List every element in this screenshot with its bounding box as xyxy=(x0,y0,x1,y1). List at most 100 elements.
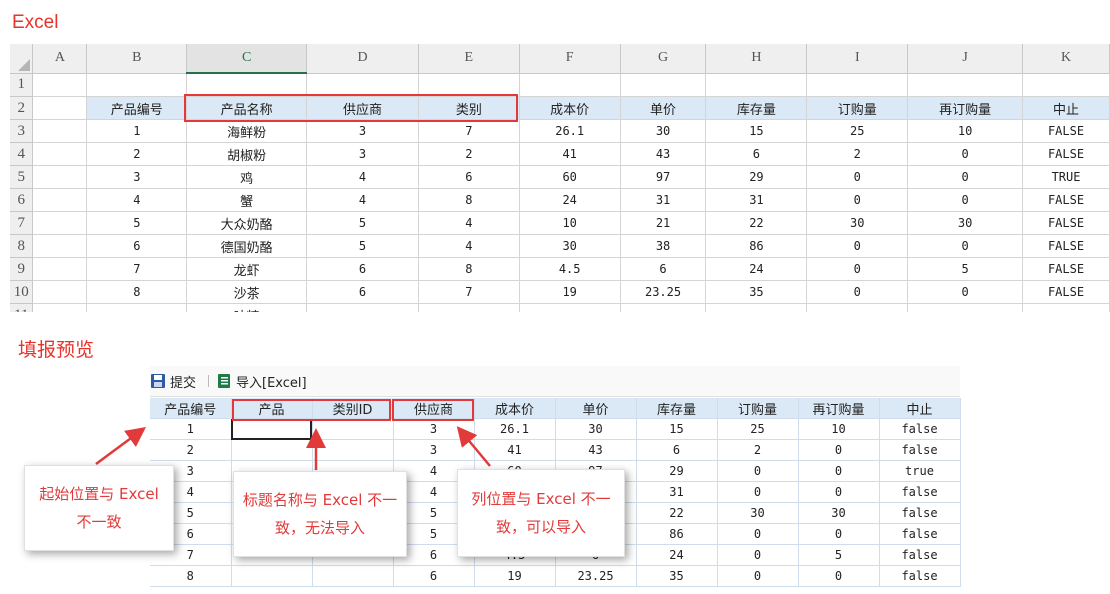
sheet-cell[interactable]: 29 xyxy=(705,165,808,189)
import-excel-button[interactable]: 导入[Excel] xyxy=(216,371,307,391)
sheet-cell[interactable]: 5 xyxy=(907,257,1024,281)
sheet-cell[interactable]: FALSE xyxy=(1022,280,1110,304)
sheet-cell[interactable]: 6 xyxy=(306,257,419,281)
row-header[interactable]: 3 xyxy=(10,119,34,143)
preview-cell[interactable]: 10 xyxy=(798,418,880,440)
sheet-cell[interactable]: 4 xyxy=(418,211,520,235)
preview-cell[interactable]: 15 xyxy=(636,418,718,440)
sheet-cell[interactable]: 24 xyxy=(705,257,808,281)
sheet-cell[interactable]: 0 xyxy=(806,165,909,189)
sheet-cell[interactable] xyxy=(519,73,621,97)
preview-cell[interactable]: 41 xyxy=(474,439,556,461)
sheet-cell[interactable]: 6 xyxy=(86,234,188,258)
sheet-header-cell[interactable]: 订购量 xyxy=(806,96,909,120)
preview-cell[interactable] xyxy=(231,565,313,587)
sheet-cell[interactable]: 19 xyxy=(519,280,621,304)
preview-cell[interactable]: false xyxy=(879,502,961,524)
preview-cell[interactable]: 6 xyxy=(393,565,475,587)
preview-cell[interactable]: 2 xyxy=(717,439,799,461)
sheet-cell[interactable] xyxy=(32,280,88,304)
sheet-cell[interactable]: 4.5 xyxy=(519,257,621,281)
sheet-cell[interactable] xyxy=(306,73,419,97)
column-header[interactable]: E xyxy=(418,44,520,74)
preview-cell[interactable]: 31 xyxy=(636,481,718,503)
sheet-header-cell[interactable]: 中止 xyxy=(1022,96,1110,120)
sheet-cell[interactable]: 5 xyxy=(306,234,419,258)
sheet-cell[interactable]: 41 xyxy=(519,142,621,166)
sheet-cell[interactable]: FALSE xyxy=(1022,234,1110,258)
sheet-header-cell[interactable] xyxy=(32,96,88,120)
sheet-cell[interactable] xyxy=(1022,303,1110,312)
sheet-cell[interactable]: 德国奶酪 xyxy=(186,234,308,258)
sheet-cell[interactable]: 10 xyxy=(907,119,1024,143)
sheet-cell[interactable]: 海鲜粉 xyxy=(186,119,308,143)
sheet-cell[interactable]: 35 xyxy=(705,280,808,304)
sheet-cell[interactable]: 31 xyxy=(705,188,808,212)
preview-cell[interactable]: 0 xyxy=(798,481,880,503)
sheet-cell[interactable]: 30 xyxy=(806,211,909,235)
excel-grid[interactable]: A B C D E F G H I J K 1 2 产品编号 产品名称 供应商 类别 成本价 单价 库存量 订购量 再订购… xyxy=(10,44,1110,312)
sheet-cell[interactable]: 1 xyxy=(86,119,188,143)
sheet-cell[interactable]: FALSE xyxy=(1022,257,1110,281)
sheet-cell[interactable] xyxy=(806,73,909,97)
column-header[interactable]: I xyxy=(806,44,909,74)
preview-cell[interactable] xyxy=(312,439,394,461)
sheet-cell[interactable] xyxy=(806,303,909,312)
sheet-cell[interactable] xyxy=(32,211,88,235)
sheet-cell[interactable]: 0 xyxy=(806,188,909,212)
sheet-cell[interactable] xyxy=(32,188,88,212)
preview-cell[interactable]: false xyxy=(879,544,961,566)
preview-cell[interactable]: 19 xyxy=(474,565,556,587)
sheet-cell[interactable] xyxy=(907,303,1024,312)
row-header[interactable]: 4 xyxy=(10,142,34,166)
sheet-cell[interactable]: 30 xyxy=(519,234,621,258)
column-header[interactable]: G xyxy=(620,44,707,74)
preview-cell[interactable] xyxy=(231,439,313,461)
preview-cell[interactable]: 0 xyxy=(798,460,880,482)
preview-cell[interactable]: false xyxy=(879,523,961,545)
sheet-cell[interactable]: 6 xyxy=(705,142,808,166)
preview-cell[interactable]: 8 xyxy=(150,565,232,587)
sheet-cell[interactable] xyxy=(306,303,419,312)
sheet-cell[interactable] xyxy=(32,257,88,281)
sheet-cell[interactable]: 4 xyxy=(306,165,419,189)
sheet-cell[interactable]: FALSE xyxy=(1022,188,1110,212)
sheet-cell[interactable]: 8 xyxy=(418,257,520,281)
preview-cell[interactable]: 0 xyxy=(717,565,799,587)
sheet-cell[interactable]: 3 xyxy=(306,142,419,166)
row-header[interactable]: 2 xyxy=(10,96,34,120)
sheet-cell[interactable]: 3 xyxy=(86,165,188,189)
sheet-cell[interactable] xyxy=(705,73,808,97)
preview-cell[interactable]: 6 xyxy=(636,439,718,461)
sheet-cell[interactable]: FALSE xyxy=(1022,142,1110,166)
sheet-cell[interactable]: 沙茶 xyxy=(186,280,308,304)
sheet-cell[interactable]: 5 xyxy=(86,211,188,235)
sheet-cell[interactable]: 6 xyxy=(306,280,419,304)
sheet-cell[interactable]: 3 xyxy=(306,119,419,143)
sheet-header-cell[interactable]: 单价 xyxy=(620,96,707,120)
sheet-cell[interactable] xyxy=(907,73,1024,97)
sheet-header-cell[interactable]: 库存量 xyxy=(705,96,808,120)
preview-cell[interactable]: 29 xyxy=(636,460,718,482)
sheet-cell[interactable] xyxy=(32,234,88,258)
sheet-cell[interactable]: 蟹 xyxy=(186,188,308,212)
preview-cell[interactable]: 1 xyxy=(150,418,232,440)
sheet-cell[interactable]: 2 xyxy=(806,142,909,166)
sheet-cell[interactable]: 86 xyxy=(705,234,808,258)
sheet-cell[interactable] xyxy=(86,303,188,312)
sheet-cell[interactable] xyxy=(620,73,707,97)
sheet-cell[interactable]: 6 xyxy=(418,165,520,189)
sheet-cell[interactable]: 0 xyxy=(806,257,909,281)
sheet-cell[interactable]: 0 xyxy=(907,234,1024,258)
sheet-cell[interactable]: 25 xyxy=(806,119,909,143)
sheet-cell[interactable]: TRUE xyxy=(1022,165,1110,189)
sheet-cell[interactable]: FALSE xyxy=(1022,119,1110,143)
column-header[interactable]: B xyxy=(86,44,188,74)
preview-cell[interactable]: false xyxy=(879,418,961,440)
sheet-cell[interactable] xyxy=(418,303,520,312)
column-header[interactable]: D xyxy=(306,44,419,74)
preview-cell[interactable]: 30 xyxy=(717,502,799,524)
sheet-cell[interactable]: 鸡 xyxy=(186,165,308,189)
sheet-cell[interactable] xyxy=(32,303,88,312)
preview-cell[interactable]: 24 xyxy=(636,544,718,566)
